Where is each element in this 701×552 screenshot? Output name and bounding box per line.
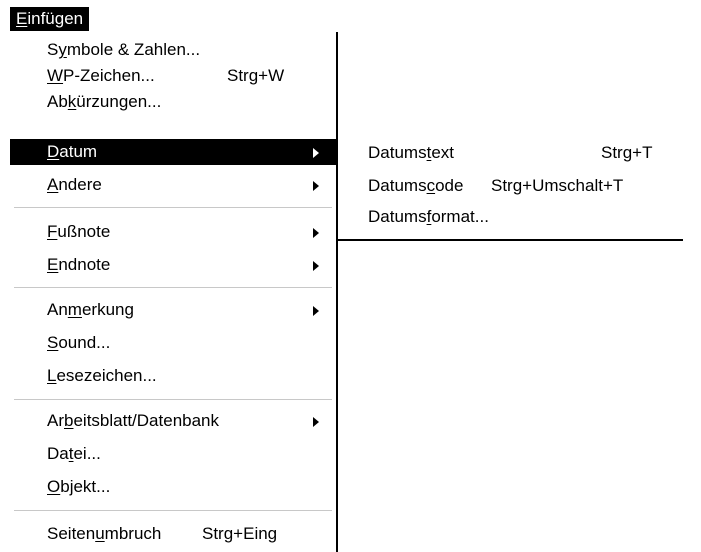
menu-item-endnote[interactable]: Endnote <box>10 252 336 278</box>
menu-item-datum[interactable]: Datum <box>10 139 336 165</box>
submenu-arrow-icon <box>313 417 319 427</box>
menu-item-arbeitsblatt-datenbank[interactable]: Arbeitsblatt/Datenbank <box>10 408 336 434</box>
menu-item-label: Seitenumbruch <box>47 524 162 543</box>
submenu-item-shortcut: Strg+T <box>601 143 653 162</box>
menu-separator <box>14 510 332 511</box>
submenu-item-label: Datumsformat... <box>368 207 489 226</box>
menu-separator <box>14 287 332 288</box>
datum-submenu: Datumstext Strg+T Datumscode Strg+Umscha… <box>338 137 683 241</box>
menu-einfuegen[interactable]: Einfügen <box>10 7 90 31</box>
menu-item-shortcut: Strg+W <box>227 66 285 85</box>
submenu-item-label: Datumscode <box>368 176 464 195</box>
menu-item-label: WP-Zeichen... <box>47 66 155 85</box>
menu-separator <box>14 399 332 400</box>
menu-item-datei[interactable]: Datei... <box>10 441 336 467</box>
menu-item-seitenumbruch[interactable]: Seitenumbruch Strg+Eing <box>10 521 336 547</box>
submenu-arrow-icon <box>313 306 319 316</box>
submenu-arrow-icon <box>313 228 319 238</box>
menu-item-label: Fußnote <box>47 222 111 241</box>
menu-item-wp-zeichen[interactable]: WP-Zeichen... Strg+W <box>10 63 336 89</box>
menu-item-andere[interactable]: Andere <box>10 172 336 198</box>
insert-dropdown-menu: Symbole & Zahlen... WP-Zeichen... Strg+W… <box>10 32 338 552</box>
menu-item-label: Datum <box>47 142 98 161</box>
menu-item-label: Andere <box>47 175 102 194</box>
menu-separator <box>14 207 332 208</box>
submenu-item-datumstext[interactable]: Datumstext Strg+T <box>338 140 683 166</box>
menu-item-anmerkung[interactable]: Anmerkung <box>10 297 336 323</box>
submenu-item-label: Datumstext <box>368 143 454 162</box>
menu-item-label: Symbole & Zahlen... <box>47 40 201 59</box>
submenu-item-shortcut: Strg+Umschalt+T <box>491 176 624 195</box>
menu-item-label: Sound... <box>47 333 111 352</box>
menu-item-label: Objekt... <box>47 477 111 496</box>
menu-item-fussnote[interactable]: Fußnote <box>10 219 336 245</box>
menu-item-label: Arbeitsblatt/Datenbank <box>47 411 220 430</box>
submenu-arrow-icon <box>313 261 319 271</box>
menu-item-label: Abkürzungen... <box>47 92 162 111</box>
menu-title-mnemonic: E <box>16 9 28 28</box>
menu-item-label: Anmerkung <box>47 300 134 319</box>
menu-item-lesezeichen[interactable]: Lesezeichen... <box>10 363 336 389</box>
menu-item-label: Endnote <box>47 255 111 274</box>
menu-item-shortcut: Strg+Eing <box>202 524 278 543</box>
submenu-item-datumscode[interactable]: Datumscode Strg+Umschalt+T <box>338 173 683 199</box>
menu-item-abkuerzungen[interactable]: Abkürzungen... <box>10 89 336 115</box>
menu-item-sound[interactable]: Sound... <box>10 330 336 356</box>
menu-item-objekt[interactable]: Objekt... <box>10 474 336 500</box>
menu-title-text: infügen <box>27 9 84 28</box>
submenu-arrow-icon <box>313 148 319 158</box>
menu-item-symbole-zahlen[interactable]: Symbole & Zahlen... <box>10 37 336 63</box>
menu-item-label: Datei... <box>47 444 101 463</box>
menu-item-label: Lesezeichen... <box>47 366 157 385</box>
submenu-arrow-icon <box>313 181 319 191</box>
submenu-item-datumsformat[interactable]: Datumsformat... <box>338 204 683 230</box>
